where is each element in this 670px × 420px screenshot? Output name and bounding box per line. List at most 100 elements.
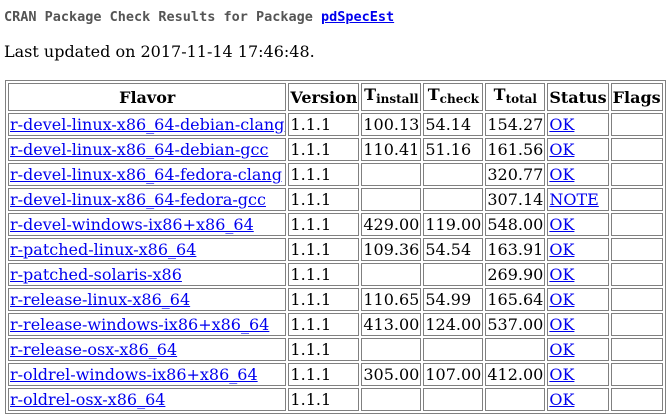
- cell-tinstall: 413.00: [361, 313, 422, 336]
- cell-flags: [610, 188, 663, 211]
- status-link[interactable]: OK: [549, 240, 574, 259]
- table-row: r-devel-windows-ix86+x86_64 1.1.1 429.00 11…: [8, 213, 663, 236]
- page-title: CRAN Package Check Results for Package p…: [4, 9, 394, 25]
- status-link[interactable]: OK: [549, 390, 574, 409]
- status-link[interactable]: OK: [549, 115, 574, 134]
- cell-ttotal: [485, 388, 546, 411]
- cell-flavor: r-oldrel-osx-x86_64: [8, 388, 287, 411]
- cell-tcheck: 54.14: [423, 113, 484, 136]
- status-link[interactable]: OK: [549, 365, 574, 384]
- flavor-link[interactable]: r-devel-linux-x86_64-fedora-gcc: [10, 190, 266, 209]
- cell-flavor: r-release-windows-ix86+x86_64: [8, 313, 287, 336]
- status-link[interactable]: OK: [549, 140, 574, 159]
- cell-tinstall: [361, 338, 422, 361]
- cell-flavor: r-release-osx-x86_64: [8, 338, 287, 361]
- cell-tcheck: 107.00: [423, 363, 484, 386]
- last-updated-text: Last updated on 2017-11-14 17:46:48.: [4, 42, 315, 61]
- header-ttotal: Ttotal: [485, 83, 546, 111]
- cell-flavor: r-release-linux-x86_64: [8, 288, 287, 311]
- status-link[interactable]: OK: [549, 215, 574, 234]
- flavor-link[interactable]: r-devel-linux-x86_64-debian-clang: [10, 115, 284, 134]
- header-tinstall-sub: install: [376, 92, 419, 106]
- cell-flavor: r-devel-linux-x86_64-fedora-gcc: [8, 188, 287, 211]
- cell-flags: [610, 388, 663, 411]
- cell-status: OK: [547, 288, 609, 311]
- flavor-link[interactable]: r-oldrel-windows-ix86+x86_64: [10, 365, 258, 384]
- flavor-link[interactable]: r-patched-solaris-x86: [10, 265, 182, 284]
- status-link[interactable]: OK: [549, 315, 574, 334]
- header-tinstall-t: T: [364, 85, 377, 104]
- cell-tinstall: 110.65: [361, 288, 422, 311]
- cell-status: OK: [547, 263, 609, 286]
- cell-tcheck: [423, 188, 484, 211]
- cell-version: 1.1.1: [288, 288, 360, 311]
- cell-version: 1.1.1: [288, 263, 360, 286]
- cell-ttotal: 412.00: [485, 363, 546, 386]
- cell-tinstall: 110.41: [361, 138, 422, 161]
- header-version: Version: [288, 83, 360, 111]
- cell-version: 1.1.1: [288, 188, 360, 211]
- cell-flags: [610, 338, 663, 361]
- cell-status: OK: [547, 138, 609, 161]
- cell-version: 1.1.1: [288, 338, 360, 361]
- cell-tinstall: [361, 263, 422, 286]
- cell-flags: [610, 313, 663, 336]
- status-link[interactable]: OK: [549, 290, 574, 309]
- table-row: r-devel-linux-x86_64-fedora-clang 1.1.1 32…: [8, 163, 663, 186]
- cell-tcheck: 124.00: [423, 313, 484, 336]
- table-body: r-devel-linux-x86_64-debian-clang 1.1.1 10…: [8, 113, 663, 411]
- cell-ttotal: 548.00: [485, 213, 546, 236]
- package-link[interactable]: pdSpecEst: [321, 9, 394, 25]
- status-link[interactable]: OK: [549, 340, 574, 359]
- cell-status: NOTE: [547, 188, 609, 211]
- header-tcheck-t: T: [427, 85, 440, 104]
- header-ttotal-sub: total: [505, 92, 537, 106]
- cell-ttotal: 163.91: [485, 238, 546, 261]
- cell-tcheck: 51.16: [423, 138, 484, 161]
- flavor-link[interactable]: r-release-osx-x86_64: [10, 340, 177, 359]
- cell-ttotal: 154.27: [485, 113, 546, 136]
- header-status: Status: [547, 83, 609, 111]
- cell-ttotal: [485, 338, 546, 361]
- header-tinstall: Tinstall: [361, 83, 422, 111]
- status-link[interactable]: OK: [549, 265, 574, 284]
- status-link[interactable]: OK: [549, 165, 574, 184]
- flavor-link[interactable]: r-release-windows-ix86+x86_64: [10, 315, 269, 334]
- cell-flags: [610, 213, 663, 236]
- cell-status: OK: [547, 388, 609, 411]
- cell-tcheck: [423, 388, 484, 411]
- cell-status: OK: [547, 113, 609, 136]
- flavor-link[interactable]: r-devel-windows-ix86+x86_64: [10, 215, 254, 234]
- flavor-link[interactable]: r-patched-linux-x86_64: [10, 240, 196, 259]
- cell-version: 1.1.1: [288, 213, 360, 236]
- cell-flavor: r-oldrel-windows-ix86+x86_64: [8, 363, 287, 386]
- table-row: r-release-linux-x86_64 1.1.1 110.65 54.99 16…: [8, 288, 663, 311]
- table-row: r-patched-solaris-x86 1.1.1 269.90 OK: [8, 263, 663, 286]
- table-row: r-devel-linux-x86_64-debian-gcc 1.1.1 110.…: [8, 138, 663, 161]
- cell-status: OK: [547, 338, 609, 361]
- header-flags: Flags: [610, 83, 663, 111]
- cell-tinstall: 100.13: [361, 113, 422, 136]
- cell-status: OK: [547, 213, 609, 236]
- cell-tinstall: [361, 163, 422, 186]
- cell-status: OK: [547, 363, 609, 386]
- cell-version: 1.1.1: [288, 388, 360, 411]
- header-tcheck-sub: check: [439, 92, 479, 106]
- flavor-link[interactable]: r-devel-linux-x86_64-debian-gcc: [10, 140, 268, 159]
- cell-flags: [610, 238, 663, 261]
- table-row: r-devel-linux-x86_64-debian-clang 1.1.1 10…: [8, 113, 663, 136]
- cell-flavor: r-patched-solaris-x86: [8, 263, 287, 286]
- flavor-link[interactable]: r-release-linux-x86_64: [10, 290, 190, 309]
- cell-flags: [610, 113, 663, 136]
- cell-ttotal: 269.90: [485, 263, 546, 286]
- flavor-link[interactable]: r-devel-linux-x86_64-fedora-clang: [10, 165, 282, 184]
- table-row: r-release-osx-x86_64 1.1.1 OK: [8, 338, 663, 361]
- cell-tinstall: 429.00: [361, 213, 422, 236]
- flavor-link[interactable]: r-oldrel-osx-x86_64: [10, 390, 165, 409]
- table-row: r-oldrel-osx-x86_64 1.1.1 OK: [8, 388, 663, 411]
- cell-tcheck: [423, 163, 484, 186]
- cell-tcheck: 54.54: [423, 238, 484, 261]
- status-link[interactable]: NOTE: [549, 190, 598, 209]
- cell-version: 1.1.1: [288, 238, 360, 261]
- cell-tcheck: [423, 338, 484, 361]
